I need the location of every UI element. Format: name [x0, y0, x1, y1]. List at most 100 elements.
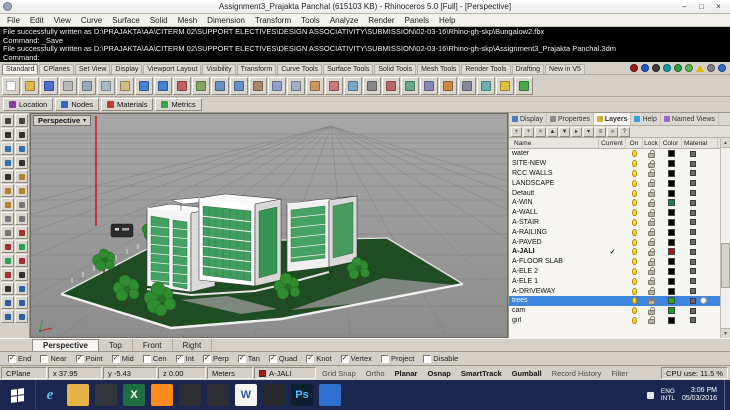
panel-tab[interactable]: Help	[631, 113, 661, 125]
toolbar-tab[interactable]: Viewport Layout	[143, 64, 202, 74]
layer-row[interactable]: A-ELE 1 ✓	[509, 276, 721, 286]
layer-material-cell[interactable]	[682, 258, 718, 265]
osnap-item[interactable]: ✓ Quad	[268, 354, 297, 363]
layer-on-cell[interactable]	[626, 297, 643, 305]
extend-button[interactable]	[420, 76, 438, 95]
redo-button[interactable]	[154, 76, 172, 95]
boolean-union-tool[interactable]	[15, 226, 28, 239]
toolbar-tab[interactable]: New in V5	[545, 64, 585, 74]
tray-icon[interactable]	[646, 391, 654, 399]
menu-item[interactable]: Tools	[296, 16, 325, 25]
layer-lock-cell[interactable]	[643, 189, 660, 198]
menu-item[interactable]: Surface	[107, 16, 145, 25]
app-window-2[interactable]	[179, 384, 201, 406]
toolbar-tab[interactable]: Transform	[236, 64, 277, 74]
layer-row[interactable]: Default ✓	[509, 188, 721, 198]
layer-lock-cell[interactable]	[643, 169, 660, 178]
scale-button[interactable]	[325, 76, 343, 95]
layer-color-cell[interactable]	[660, 287, 682, 295]
layer-current-cell[interactable]: ✓	[599, 238, 626, 246]
warning-icon[interactable]	[696, 64, 704, 72]
layer-color-cell[interactable]	[660, 218, 682, 226]
zoom-window-button[interactable]	[211, 76, 229, 95]
analyze-button[interactable]	[477, 76, 495, 95]
filter-button[interactable]: ≡	[595, 126, 606, 137]
panel-tab[interactable]: Named Views	[661, 113, 719, 125]
layer-material-cell[interactable]	[682, 297, 718, 305]
layer-current-cell[interactable]: ✓	[599, 189, 626, 197]
layer-row[interactable]: A-RAILING ✓	[509, 227, 721, 237]
layer-color-cell[interactable]	[660, 150, 682, 158]
status-toggle[interactable]: Osnap	[422, 369, 455, 378]
paste-button[interactable]	[116, 76, 134, 95]
layer-current-cell[interactable]: ✓	[599, 316, 626, 324]
layer-row[interactable]: A-STAIR ✓	[509, 218, 721, 228]
move-tool[interactable]	[15, 282, 28, 295]
teal-sphere-icon[interactable]	[663, 64, 671, 72]
undo-button[interactable]	[135, 76, 153, 95]
units-indicator[interactable]: Meters	[207, 367, 253, 379]
toolbar-tab[interactable]: Mesh Tools	[417, 64, 461, 74]
new-file-button[interactable]	[2, 76, 20, 95]
layer-current-cell[interactable]: ✓	[599, 258, 626, 266]
layer-lock-cell[interactable]	[643, 208, 660, 217]
photoshop[interactable]: Ps	[291, 384, 313, 406]
array-tool[interactable]	[15, 310, 28, 323]
clock[interactable]: 3:06 PM 05/03/2016	[682, 387, 717, 403]
checkbox[interactable]: ✓	[40, 354, 49, 363]
rotate-view-button[interactable]	[249, 76, 267, 95]
toolbar-tab[interactable]: Curve Tools	[277, 64, 323, 74]
layer-lock-cell[interactable]	[643, 179, 660, 188]
layer-material-cell[interactable]	[682, 288, 718, 295]
layer-color-cell[interactable]	[660, 248, 682, 256]
app-window-5[interactable]	[319, 384, 341, 406]
layer-row[interactable]: A-FLOOR SLAB ✓	[509, 257, 721, 267]
osnap-item[interactable]: ✓ Int	[175, 354, 194, 363]
panel-tab[interactable]: Properties	[547, 113, 594, 125]
layer-lock-cell[interactable]	[643, 198, 660, 207]
osnap-item[interactable]: ✓ Mid	[111, 354, 134, 363]
osnap-item[interactable]: ✓ Project	[380, 354, 414, 363]
layer-current-cell[interactable]: ✓	[599, 150, 626, 158]
menu-item[interactable]: Help	[434, 16, 460, 25]
layer-material-cell[interactable]	[682, 268, 718, 275]
command-history[interactable]: File successfully written as D:\PRAJAKTA…	[0, 27, 730, 62]
location-button[interactable]: Location	[3, 98, 54, 111]
checkbox[interactable]: ✓	[111, 354, 120, 363]
excel[interactable]: X	[123, 384, 145, 406]
split-tool[interactable]	[1, 268, 14, 281]
column-name[interactable]: Name	[512, 138, 599, 148]
current-layer-indicator[interactable]: A-JALI	[254, 367, 316, 379]
layer-material-cell[interactable]	[682, 209, 718, 216]
layer-material-cell[interactable]	[682, 150, 718, 157]
toolbar-tab[interactable]: Visibility	[202, 64, 236, 74]
maximize-button[interactable]: □	[693, 1, 710, 12]
loft-tool[interactable]	[1, 184, 14, 197]
layer-lock-cell[interactable]	[643, 296, 660, 305]
help-button[interactable]	[515, 76, 533, 95]
app-window-3[interactable]	[207, 384, 229, 406]
layer-row[interactable]: A-WIN ✓	[509, 198, 721, 208]
curve-tool[interactable]	[1, 142, 14, 155]
layer-row[interactable]: girl ✓	[509, 316, 721, 326]
checkbox[interactable]: ✓	[268, 354, 277, 363]
osnap-item[interactable]: ✓ Cen	[142, 354, 167, 363]
viewport-tab[interactable]: Front	[133, 339, 173, 351]
toolbar-tab[interactable]: Set View	[74, 64, 111, 74]
cplane-selector[interactable]: CPlane	[1, 367, 47, 379]
checkbox[interactable]: ✓	[423, 354, 432, 363]
layer-on-cell[interactable]	[626, 169, 643, 177]
layer-lock-cell[interactable]	[643, 257, 660, 266]
menu-item[interactable]: Analyze	[325, 16, 363, 25]
layer-lock-cell[interactable]	[643, 316, 660, 325]
menu-item[interactable]: View	[49, 16, 76, 25]
checkbox[interactable]: ✓	[340, 354, 349, 363]
layer-on-cell[interactable]	[626, 189, 643, 197]
layer-on-cell[interactable]	[626, 267, 643, 275]
help-button[interactable]: ?	[619, 126, 630, 137]
osnap-item[interactable]: ✓ End	[8, 354, 31, 363]
app-window-4[interactable]	[263, 384, 285, 406]
polyline-tool[interactable]	[15, 128, 28, 141]
layer-on-cell[interactable]	[626, 248, 643, 256]
osnap-item[interactable]: ✓ Vertex	[340, 354, 372, 363]
